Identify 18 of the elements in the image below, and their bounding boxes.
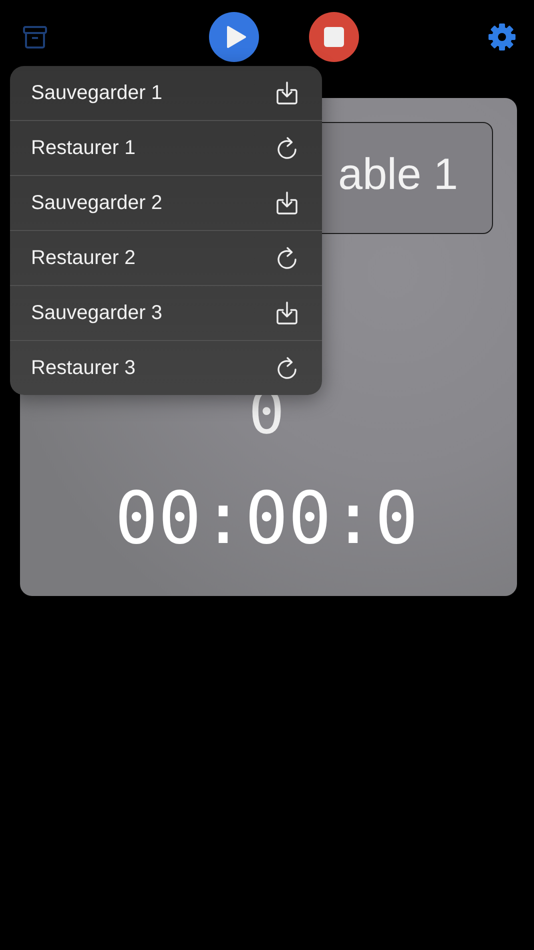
settings-icon[interactable] bbox=[488, 23, 516, 51]
download-icon bbox=[276, 81, 298, 105]
refresh-icon bbox=[276, 356, 298, 380]
menu-item[interactable]: Sauvegarder 3 bbox=[10, 285, 322, 340]
play-button[interactable] bbox=[209, 12, 259, 62]
menu-item[interactable]: Sauvegarder 2 bbox=[10, 175, 322, 230]
download-icon bbox=[276, 191, 298, 215]
play-icon bbox=[226, 25, 246, 49]
refresh-icon bbox=[276, 246, 298, 270]
menu-item[interactable]: Restaurer 3 bbox=[10, 340, 322, 395]
refresh-icon bbox=[276, 136, 298, 160]
download-icon bbox=[276, 301, 298, 325]
stop-button[interactable] bbox=[309, 12, 359, 62]
menu-item[interactable]: Sauvegarder 1 bbox=[10, 66, 322, 120]
timer-display: 00:00:0 bbox=[114, 478, 418, 558]
stop-icon bbox=[324, 27, 344, 47]
menu-item[interactable]: Restaurer 1 bbox=[10, 120, 322, 175]
menu-item[interactable]: Restaurer 2 bbox=[10, 230, 322, 285]
